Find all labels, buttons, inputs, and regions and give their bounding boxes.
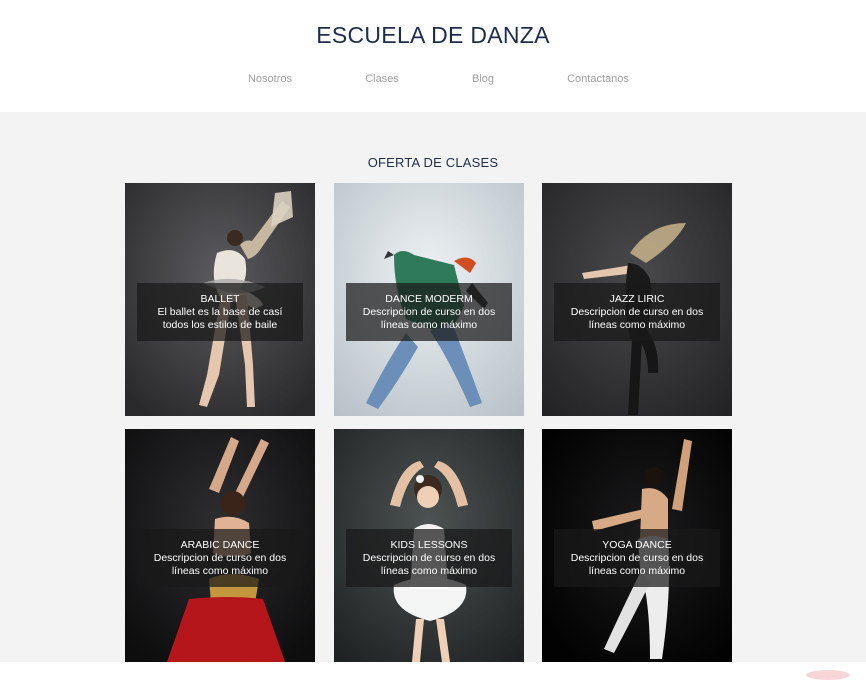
class-card-arabic-dance[interactable]: ARABIC DANCE Descripcion de curso en dos… — [125, 429, 315, 662]
class-title: JAZZ LIRIC — [609, 293, 665, 305]
class-card-kids-lessons[interactable]: KIDS LESSONS Descripcion de curso en dos… — [334, 429, 524, 662]
nav-link-nosotros[interactable]: Nosotros — [248, 73, 292, 85]
decorative-shape — [806, 670, 850, 680]
site-title[interactable]: ESCUELA DE DANZA — [0, 22, 866, 49]
class-description: Descripcion de curso en dos líneas como … — [570, 306, 704, 331]
class-caption: BALLET El ballet es la base de casí todo… — [137, 283, 303, 341]
class-description: Descripcion de curso en dos líneas como … — [570, 552, 704, 577]
class-title: YOGA DANCE — [602, 539, 672, 551]
class-card-yoga-dance[interactable]: YOGA DANCE Descripcion de curso en dos l… — [542, 429, 732, 662]
class-caption: ARABIC DANCE Descripcion de curso en dos… — [137, 529, 303, 587]
page-footer-strip — [0, 662, 866, 676]
class-title: DANCE MODERM — [385, 293, 473, 305]
class-caption: JAZZ LIRIC Descripcion de curso en dos l… — [554, 283, 720, 341]
class-description: Descripcion de curso en dos líneas como … — [362, 306, 496, 331]
class-card-jazz-liric[interactable]: JAZZ LIRIC Descripcion de curso en dos l… — [542, 183, 732, 416]
nav-link-contactanos[interactable]: Contactanos — [567, 73, 629, 85]
nav-link-clases[interactable]: Clases — [365, 73, 399, 85]
class-description: Descripcion de curso en dos líneas como … — [362, 552, 496, 577]
class-caption: DANCE MODERM Descripcion de curso en dos… — [346, 283, 512, 341]
classes-section: OFERTA DE CLASES BALLET El ballet es la … — [0, 112, 866, 662]
section-title: OFERTA DE CLASES — [367, 155, 499, 170]
main-nav: Nosotros Clases Blog Contactanos — [0, 73, 866, 89]
site-header: ESCUELA DE DANZA Nosotros Clases Blog Co… — [0, 0, 866, 112]
class-card-dance-moderm[interactable]: DANCE MODERM Descripcion de curso en dos… — [334, 183, 524, 416]
class-caption: YOGA DANCE Descripcion de curso en dos l… — [554, 529, 720, 587]
class-title: BALLET — [200, 293, 240, 305]
class-description: El ballet es la base de casí todos los e… — [157, 306, 283, 331]
class-description: Descripcion de curso en dos líneas como … — [153, 552, 287, 577]
nav-link-blog[interactable]: Blog — [472, 73, 494, 85]
class-title: ARABIC DANCE — [180, 539, 260, 551]
class-title: KIDS LESSONS — [390, 539, 468, 551]
class-caption: KIDS LESSONS Descripcion de curso en dos… — [346, 529, 512, 587]
class-card-ballet[interactable]: BALLET El ballet es la base de casí todo… — [125, 183, 315, 416]
